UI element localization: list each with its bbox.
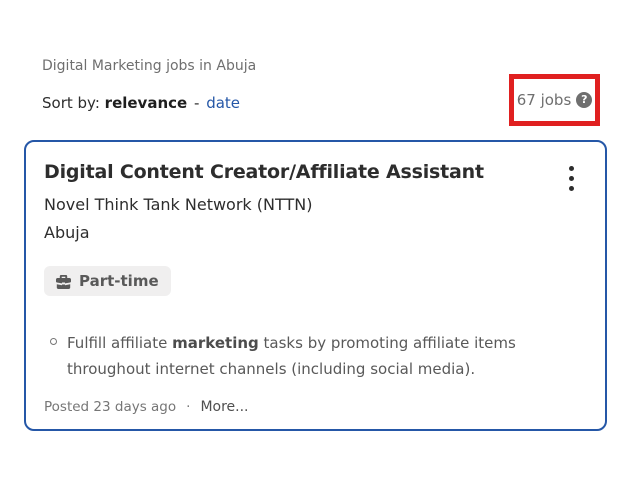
more-link[interactable]: More... xyxy=(200,399,248,415)
kebab-dot xyxy=(569,166,574,171)
job-card-footer: Posted 23 days ago · More... xyxy=(44,399,249,415)
job-description-text: Fulfill affiliate marketing tasks by pro… xyxy=(67,330,595,382)
job-description-snippet: Fulfill affiliate marketing tasks by pro… xyxy=(50,330,595,382)
help-icon[interactable]: ? xyxy=(576,92,593,108)
description-before: Fulfill affiliate xyxy=(67,334,173,352)
job-count-highlight-box: 67 jobs ? xyxy=(509,74,600,126)
job-type-label: Part-time xyxy=(79,272,159,290)
kebab-menu-icon[interactable] xyxy=(566,163,577,194)
sort-controls: Sort by: relevance - date xyxy=(42,94,240,112)
job-location: Abuja xyxy=(44,223,90,242)
kebab-dot xyxy=(569,186,574,191)
job-type-badge: Part-time xyxy=(44,266,171,296)
bullet-icon xyxy=(50,338,57,345)
job-card[interactable]: Digital Content Creator/Affiliate Assist… xyxy=(24,140,607,431)
kebab-dot xyxy=(569,176,574,181)
company-name: Novel Think Tank Network (NTTN) xyxy=(44,195,313,214)
briefcase-icon xyxy=(56,274,71,289)
sort-option-date[interactable]: date xyxy=(206,94,240,112)
job-title-link[interactable]: Digital Content Creator/Affiliate Assist… xyxy=(44,161,484,183)
sort-option-relevance[interactable]: relevance xyxy=(105,94,188,112)
sort-by-label: Sort by: xyxy=(42,94,100,112)
footer-separator: · xyxy=(186,399,191,415)
posted-date: Posted 23 days ago xyxy=(44,399,177,415)
job-search-results-page: Digital Marketing jobs in Abuja Sort by:… xyxy=(0,0,638,484)
job-count: 67 jobs xyxy=(516,91,572,109)
sort-separator: - xyxy=(193,94,200,112)
breadcrumb: Digital Marketing jobs in Abuja xyxy=(42,58,257,74)
description-keyword: marketing xyxy=(172,334,259,352)
